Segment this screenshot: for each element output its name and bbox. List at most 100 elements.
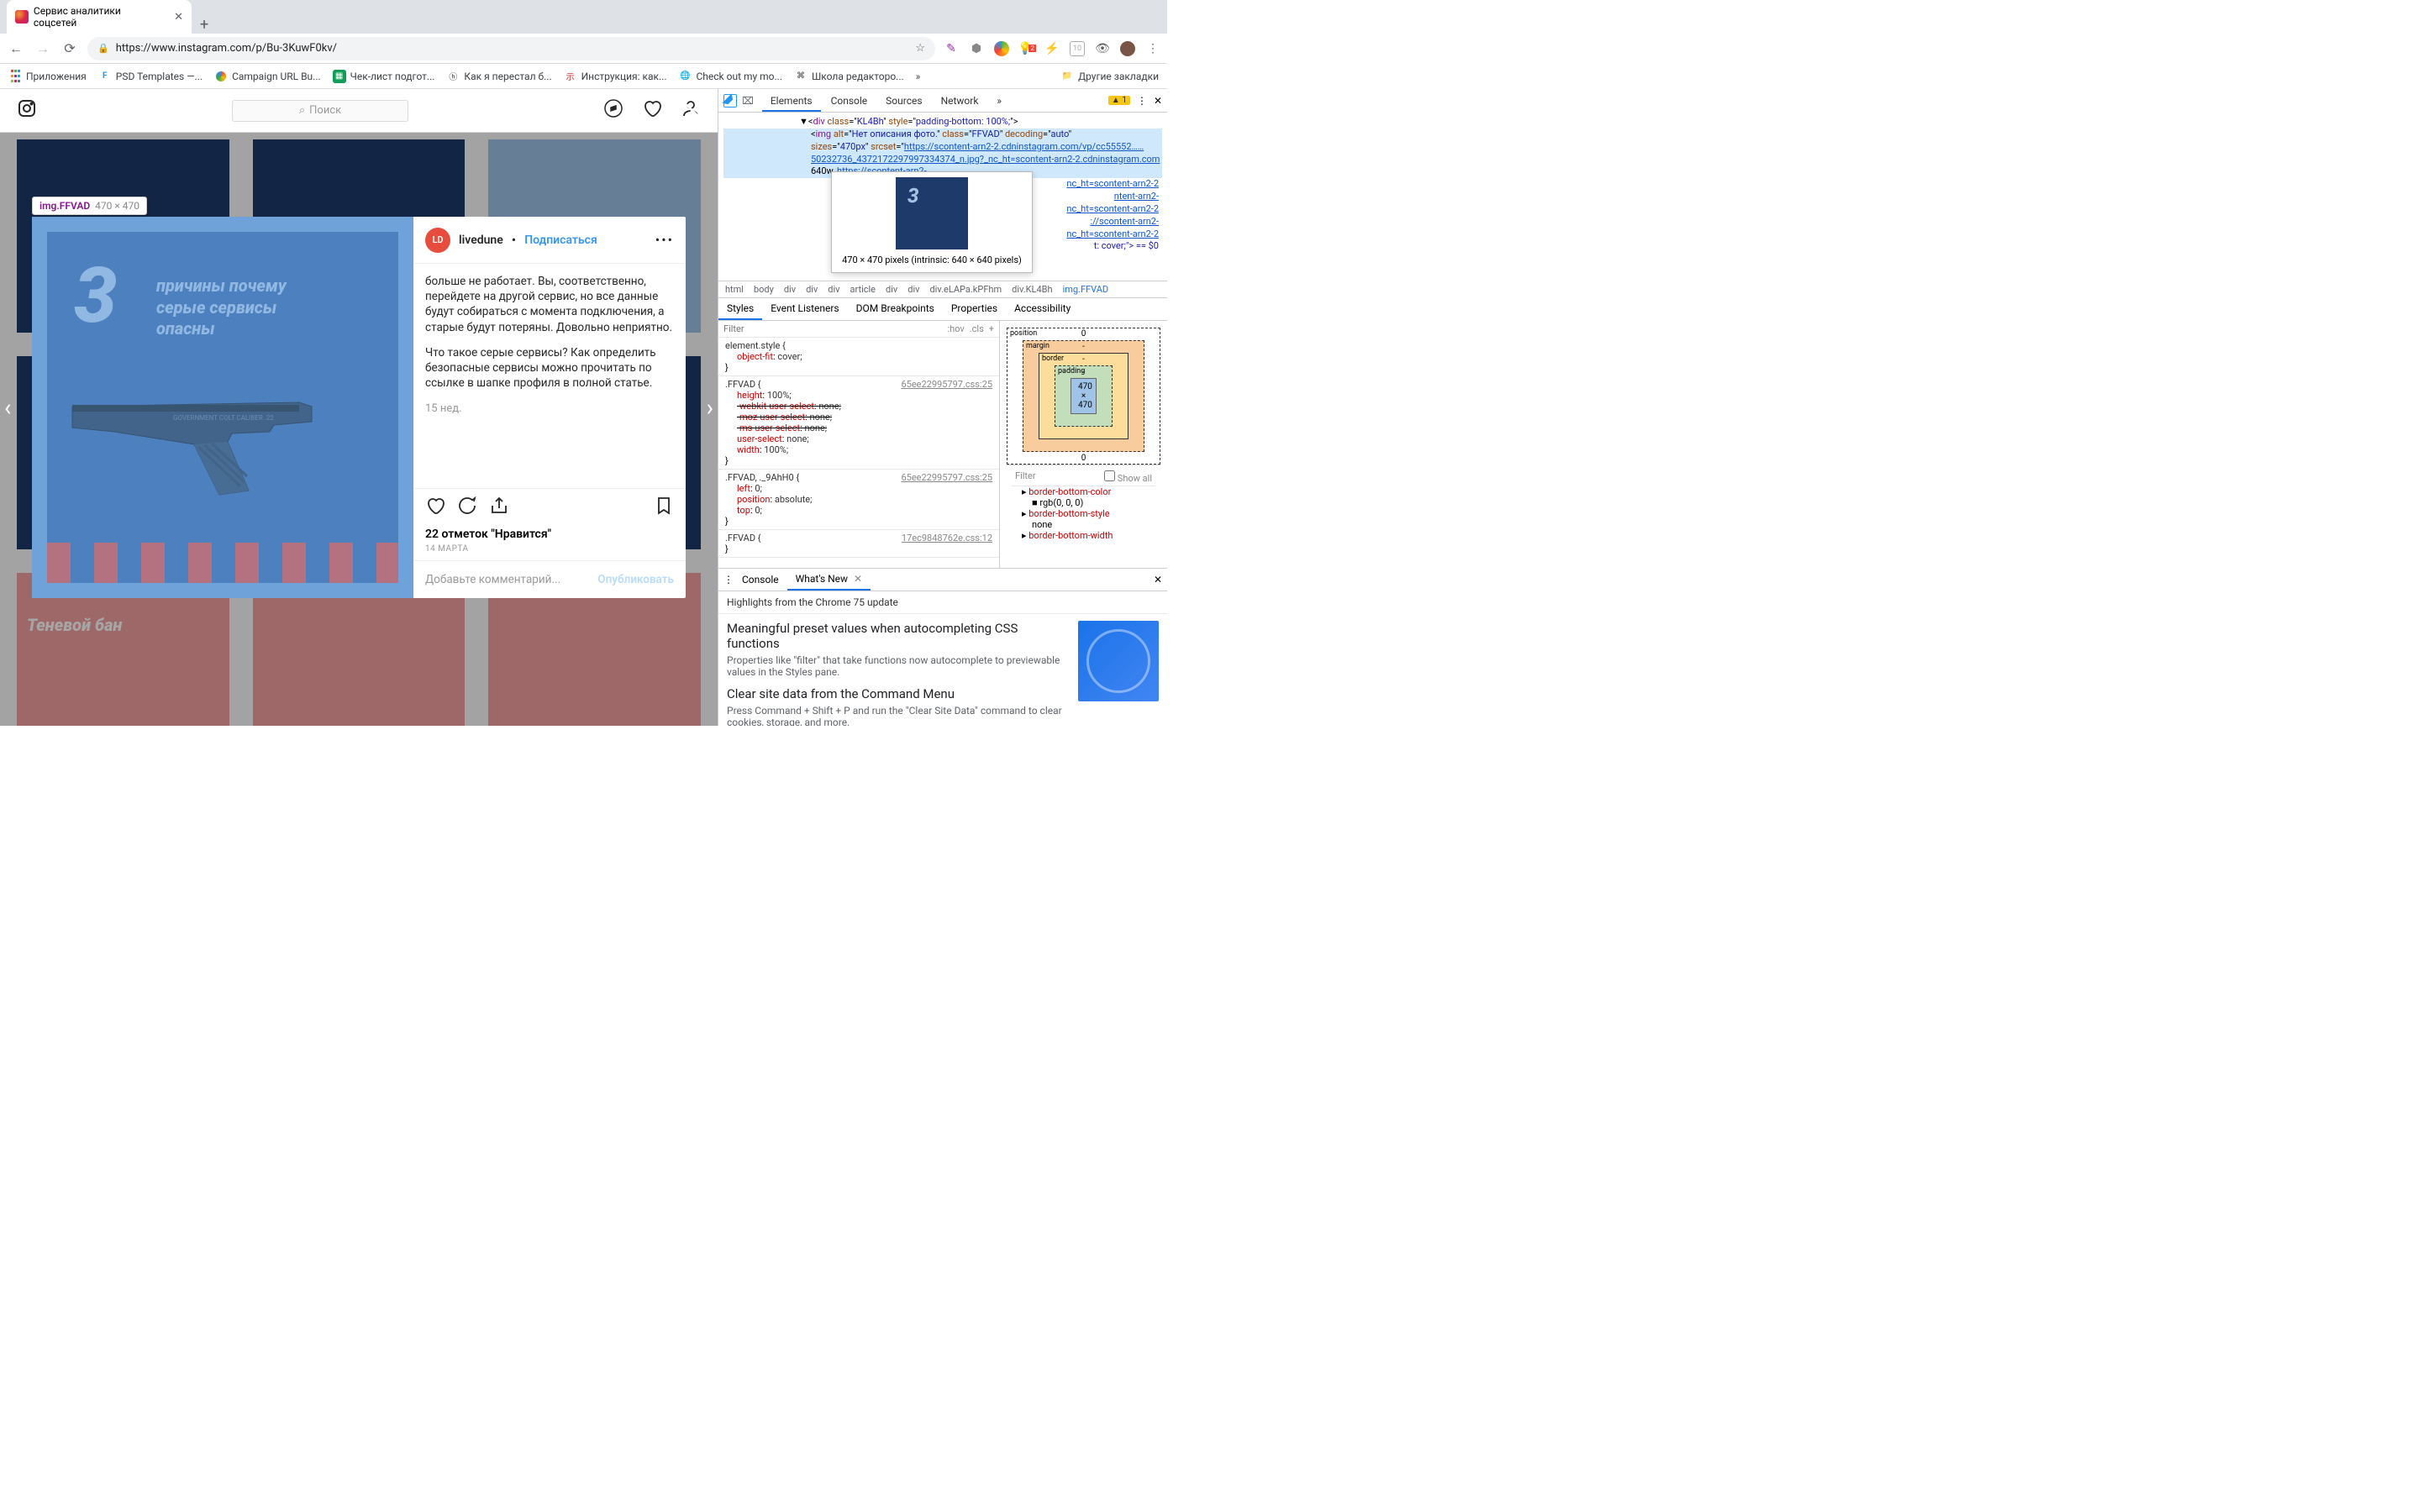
tab-title: Сервис аналитики соцсетей <box>34 5 166 29</box>
ext-icon[interactable]: ✎ <box>944 41 959 56</box>
like-icon[interactable] <box>425 496 445 521</box>
bookmark[interactable]: FPSD Templates —... <box>98 70 203 83</box>
ext-icon[interactable]: ⬢ <box>969 41 984 56</box>
new-tab-button[interactable]: + <box>192 16 217 34</box>
tab-event-listeners[interactable]: Event Listeners <box>762 298 847 320</box>
tab-sources[interactable]: Sources <box>877 90 930 112</box>
prev-icon[interactable]: ‹ <box>4 394 11 422</box>
styles-filter-input[interactable] <box>723 323 942 334</box>
drawer-tabs: ⋮ Console What's New ✕ ✕ <box>718 569 1167 591</box>
lock-icon: 🔒 <box>97 43 109 54</box>
close-icon[interactable]: ✕ <box>683 97 702 125</box>
bookmarks-overflow[interactable]: » <box>916 71 921 82</box>
avatar[interactable]: LD <box>425 228 450 253</box>
show-all-checkbox[interactable] <box>1104 470 1115 481</box>
bookmark[interactable]: ⓗКак я перестал б... <box>446 70 551 83</box>
tab-close-icon[interactable]: ✕ <box>174 11 183 24</box>
username[interactable]: livedune <box>459 234 503 247</box>
search-input[interactable]: ⌕ Поиск <box>232 100 408 122</box>
ext-icon[interactable]: 💡2 <box>1019 41 1034 56</box>
extensions: ✎ ⬢ 💡2 ⚡ 10 👁 ⋮ <box>944 41 1160 56</box>
reload-button[interactable]: ⟳ <box>60 40 79 56</box>
back-button[interactable]: ← <box>7 40 25 57</box>
bookmark-star-icon[interactable]: ☆ <box>915 42 925 55</box>
post-header: LD livedune • Подписаться ••• <box>413 217 686 264</box>
tab-network[interactable]: Network <box>933 90 987 112</box>
drawer-menu-icon[interactable]: ⋮ <box>723 574 734 585</box>
tab-console[interactable]: Console <box>823 90 876 112</box>
comment-input-row: Добавьте комментарий... Опубликовать <box>413 560 686 598</box>
search-icon: ⌕ <box>299 104 305 117</box>
cls-toggle[interactable]: .cls <box>970 323 984 334</box>
tab-accessibility[interactable]: Accessibility <box>1006 298 1079 320</box>
post-sidebar: LD livedune • Подписаться ••• больше не … <box>413 217 686 598</box>
settings-icon[interactable]: ⋮ <box>1137 95 1147 107</box>
ext-icon[interactable]: 10 <box>1070 41 1085 56</box>
browser-chrome: Сервис аналитики соцсетей ✕ + ← → ⟳ 🔒 ht… <box>0 0 1167 89</box>
follow-button[interactable]: Подписаться <box>524 234 597 247</box>
inspect-element-icon[interactable] <box>723 94 737 108</box>
save-icon[interactable] <box>654 496 674 521</box>
close-tab-icon[interactable]: ✕ <box>851 573 862 585</box>
next-icon[interactable]: › <box>707 394 713 422</box>
devtools-tabs: ⌧ Elements Console Sources Network » ▲ 1… <box>718 89 1167 113</box>
tab-styles[interactable]: Styles <box>718 298 762 320</box>
post-actions <box>413 488 686 528</box>
ext-icon[interactable] <box>994 41 1009 56</box>
bookmark[interactable]: ▦Чек-лист подгот... <box>333 70 435 83</box>
gun-illustration-icon: GOVERNMENT COLT CALIBER .22 <box>64 381 375 499</box>
likes-count[interactable]: 22 отметок "Нравится" <box>413 528 686 544</box>
device-toggle-icon[interactable]: ⌧ <box>742 95 754 107</box>
styles-pane[interactable]: :hov .cls + element.style {object-fit: c… <box>718 321 999 568</box>
browser-tab[interactable]: Сервис аналитики соцсетей ✕ <box>7 0 192 34</box>
post-image[interactable]: 3 причины почему серые сервисы опасны GO… <box>32 217 413 598</box>
computed-pane[interactable]: Filter Show all ▸ border-bottom-color■ r… <box>1007 465 1160 544</box>
whatsnew-desc: Press Command + Shift + P and run the "C… <box>727 705 1070 726</box>
breadcrumb[interactable]: htmlbodydivdivdivarticledivdivdiv.eLAPa.… <box>718 281 1167 298</box>
tab-dom-breakpoints[interactable]: DOM Breakpoints <box>848 298 943 320</box>
search-placeholder: Поиск <box>309 104 341 117</box>
whatsnew-image <box>1078 621 1159 701</box>
comment-input[interactable]: Добавьте комментарий... <box>425 573 560 586</box>
tab-elements[interactable]: Elements <box>762 90 821 112</box>
image-title: причины почему серые сервисы опасны <box>156 276 287 340</box>
ext-icon[interactable]: 👁 <box>1095 41 1110 56</box>
drawer-tab-console[interactable]: Console <box>734 570 787 590</box>
drawer: ⋮ Console What's New ✕ ✕ Highlights from… <box>718 568 1167 726</box>
devtools-body: ▼<div class="KL4Bh" style="padding-botto… <box>718 113 1167 568</box>
apps-button[interactable]: Приложения <box>8 70 87 83</box>
explore-icon[interactable] <box>603 98 623 123</box>
tab-properties[interactable]: Properties <box>943 298 1006 320</box>
address-bar[interactable]: 🔒 https://www.instagram.com/p/Bu-3KuwF0k… <box>87 37 935 60</box>
more-icon[interactable]: ••• <box>655 232 674 248</box>
bookmark[interactable]: Campaign URL Bu... <box>214 70 321 83</box>
close-devtools-icon[interactable]: ✕ <box>1154 95 1162 107</box>
comment-icon[interactable] <box>457 496 477 521</box>
hov-toggle[interactable]: :hov <box>947 323 964 334</box>
bookmark[interactable]: 🌐Check out my mo... <box>678 70 782 83</box>
main-split: ⌕ Поиск LIVEDUNE LIVEDUNE LIVEDUNE самос… <box>0 89 1167 726</box>
box-model: position 0 margin - border - padding - 4… <box>999 321 1167 568</box>
drawer-close-icon[interactable]: ✕ <box>1154 574 1162 585</box>
post-comment-button[interactable]: Опубликовать <box>597 573 674 586</box>
drawer-tab-whatsnew[interactable]: What's New ✕ <box>787 569 871 591</box>
avatar-icon[interactable] <box>1120 41 1135 56</box>
bookmark[interactable]: 示Инструкция: как... <box>564 70 667 83</box>
heart-icon[interactable] <box>642 98 662 123</box>
ext-icon[interactable]: ⚡ <box>1044 41 1060 56</box>
other-bookmarks[interactable]: 📁Другие закладки <box>1060 70 1159 83</box>
forward-button[interactable]: → <box>34 40 52 57</box>
warning-badge[interactable]: ▲ 1 <box>1108 96 1130 105</box>
elements-pane[interactable]: ▼<div class="KL4Bh" style="padding-botto… <box>718 113 1167 281</box>
time-ago: 15 нед. <box>425 402 674 417</box>
menu-icon[interactable]: ⋮ <box>1145 41 1160 56</box>
inspector-tooltip: img.FFVAD 470 × 470 <box>32 197 147 215</box>
add-rule-icon[interactable]: + <box>989 323 994 334</box>
bookmark[interactable]: ⌘Школа редакторо... <box>794 70 904 83</box>
tabs-more[interactable]: » <box>988 90 1010 112</box>
bookmarks-bar: Приложения FPSD Templates —... Campaign … <box>0 64 1167 89</box>
instagram-logo-icon[interactable] <box>17 98 37 123</box>
share-icon[interactable] <box>489 496 509 521</box>
page-content: ⌕ Поиск LIVEDUNE LIVEDUNE LIVEDUNE самос… <box>0 89 718 726</box>
instagram-header: ⌕ Поиск <box>0 89 718 133</box>
